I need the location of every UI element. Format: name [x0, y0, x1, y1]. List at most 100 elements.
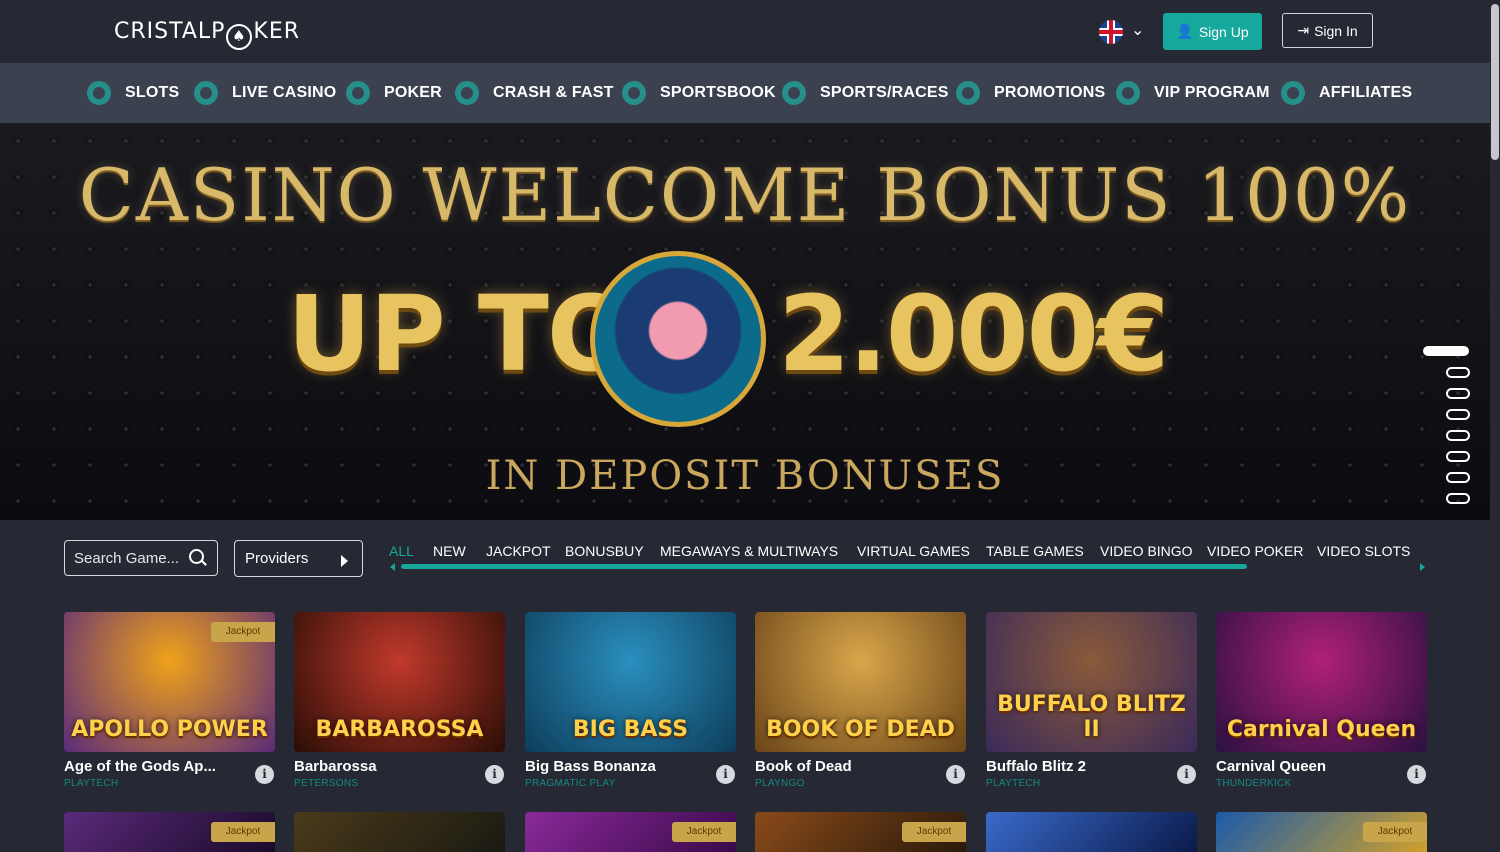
game-provider: PLAYTECH	[64, 778, 119, 789]
monitor-icon	[782, 81, 806, 105]
sign-up-label: Sign Up	[1198, 23, 1249, 40]
nav-label: POKER	[384, 84, 442, 101]
info-icon[interactable]: i	[1407, 765, 1426, 784]
tab-new[interactable]: NEW	[433, 543, 466, 559]
welcome-bonus-banner[interactable]: CASINO WELCOME BONUS 100% UP TO 2.000€ I…	[0, 123, 1490, 520]
rocket-icon	[455, 81, 479, 105]
poker-icon	[346, 81, 370, 105]
game-thumbnail[interactable]: Jackpot	[755, 812, 966, 852]
pig-mascot-image	[590, 251, 766, 427]
game-thumbnail-title: BOOK OF DEAD	[766, 717, 955, 742]
nav-item-affiliates[interactable]: AFFILIATES	[1281, 63, 1412, 123]
slide-dot[interactable]	[1446, 367, 1470, 378]
banner-headline: CASINO WELCOME BONUS 100%	[78, 153, 1412, 237]
game-card[interactable]: Jackpot	[64, 812, 275, 852]
game-card[interactable]	[294, 812, 505, 852]
nav-label: VIP PROGRAM	[1154, 84, 1270, 101]
sign-in-button[interactable]: ⇥ Sign In	[1282, 13, 1373, 48]
game-card[interactable]: Jackpot	[525, 812, 736, 852]
tab-megaways-multiways[interactable]: MEGAWAYS & MULTIWAYS	[660, 543, 838, 559]
game-card[interactable]: BUFFALO BLITZ II Buffalo Blitz 2 PLAYTECH i	[986, 612, 1197, 792]
uk-flag-icon[interactable]	[1099, 20, 1123, 44]
nav-label: SLOTS	[125, 84, 180, 101]
scroll-left-icon[interactable]	[390, 563, 395, 571]
game-thumbnail[interactable]	[986, 812, 1197, 852]
game-thumbnail[interactable]: BIG BASS	[525, 612, 736, 752]
sign-in-label: Sign In	[1314, 22, 1358, 39]
nav-item-slots[interactable]: SLOTS	[87, 63, 179, 123]
game-thumbnail[interactable]: BARBAROSSA	[294, 612, 505, 752]
nav-item-sportsbook[interactable]: SPORTSBOOK	[622, 63, 776, 123]
game-card[interactable]: Jackpot	[755, 812, 966, 852]
nav-item-crash-fast[interactable]: CRASH & FAST	[455, 63, 614, 123]
game-card[interactable]: BIG BASS Big Bass Bonanza PRAGMATIC PLAY i	[525, 612, 736, 792]
game-card[interactable]: APOLLO POWER Jackpot Age of the Gods Ap...…	[64, 612, 275, 792]
banner-up-to: UP TO	[287, 273, 635, 395]
info-icon[interactable]: i	[1177, 765, 1196, 784]
game-thumbnail[interactable]: Jackpot	[1216, 812, 1427, 852]
slide-dot-active[interactable]	[1423, 346, 1469, 356]
nav-label: AFFILIATES	[1319, 84, 1413, 101]
game-card[interactable]	[986, 812, 1197, 852]
slide-dot[interactable]	[1446, 409, 1470, 420]
tab-table-games[interactable]: TABLE GAMES	[986, 543, 1084, 559]
game-card[interactable]: Jackpot	[1216, 812, 1427, 852]
providers-button[interactable]: Providers	[234, 540, 363, 577]
game-name[interactable]: Age of the Gods Ap...	[64, 758, 216, 775]
page-scrollbar-thumb[interactable]	[1491, 4, 1499, 160]
cristal-poker-logo[interactable]: CRISTALP ♠ KER	[114, 19, 300, 50]
sign-in-icon: ⇥	[1297, 22, 1310, 38]
game-thumbnail[interactable]: BUFFALO BLITZ II	[986, 612, 1197, 752]
tab-jackpot[interactable]: JACKPOT	[486, 543, 551, 559]
game-name[interactable]: Barbarossa	[294, 758, 377, 775]
info-icon[interactable]: i	[716, 765, 735, 784]
chevron-down-icon[interactable]: ⌄	[1131, 20, 1144, 40]
game-thumbnail[interactable]: BOOK OF DEAD	[755, 612, 966, 752]
nav-item-vip-program[interactable]: VIP PROGRAM	[1116, 63, 1270, 123]
tab-video-bingo[interactable]: VIDEO BINGO	[1100, 543, 1193, 559]
game-name[interactable]: Buffalo Blitz 2	[986, 758, 1086, 775]
game-card[interactable]: BOOK OF DEAD Book of Dead PLAYNGO i	[755, 612, 966, 792]
scroll-right-icon[interactable]	[1420, 563, 1425, 571]
slide-dot[interactable]	[1446, 388, 1470, 399]
info-icon[interactable]: i	[485, 765, 504, 784]
game-thumbnail[interactable]: Jackpot	[64, 812, 275, 852]
nav-item-promotions[interactable]: PROMOTIONS	[956, 63, 1105, 123]
nav-item-live-casino[interactable]: LIVE CASINO	[194, 63, 336, 123]
nav-item-poker[interactable]: POKER	[346, 63, 442, 123]
tab-video-slots[interactable]: VIDEO SLOTS	[1317, 543, 1410, 559]
slide-dot[interactable]	[1446, 493, 1470, 504]
info-icon[interactable]: i	[946, 765, 965, 784]
jackpot-badge: Jackpot	[902, 822, 966, 842]
game-name[interactable]: Carnival Queen	[1216, 758, 1326, 775]
tab-virtual-games[interactable]: VIRTUAL GAMES	[857, 543, 970, 559]
game-thumbnail[interactable]	[294, 812, 505, 852]
nav-item-sports-races[interactable]: SPORTS/RACES	[782, 63, 949, 123]
game-provider: PLAYTECH	[986, 778, 1041, 789]
game-thumbnail[interactable]: APOLLO POWER Jackpot	[64, 612, 275, 752]
providers-label: Providers	[245, 550, 309, 567]
sign-up-button[interactable]: 👤 Sign Up	[1163, 13, 1262, 50]
game-name[interactable]: Big Bass Bonanza	[525, 758, 656, 775]
game-thumbnail[interactable]: Jackpot	[525, 812, 736, 852]
category-scrollbar[interactable]	[401, 564, 1247, 569]
game-provider: PRAGMATIC PLAY	[525, 778, 616, 789]
game-card[interactable]: Carnival Queen Carnival Queen THUNDERKICK i	[1216, 612, 1427, 792]
nav-label: SPORTS/RACES	[820, 84, 949, 101]
game-name[interactable]: Book of Dead	[755, 758, 852, 775]
search-icon[interactable]	[189, 549, 204, 564]
soccer-ball-icon	[622, 81, 646, 105]
tab-video-poker[interactable]: VIDEO POKER	[1207, 543, 1303, 559]
logo-text-left: CRISTALP	[114, 19, 226, 44]
nav-label: CRASH & FAST	[493, 84, 614, 101]
game-thumbnail-title: BUFFALO BLITZ II	[997, 692, 1186, 742]
slide-dot[interactable]	[1446, 430, 1470, 441]
tab-bonusbuy[interactable]: BONUSBUY	[565, 543, 644, 559]
game-card[interactable]: BARBAROSSA Barbarossa PETERSONS i	[294, 612, 505, 792]
slide-dot[interactable]	[1446, 451, 1470, 462]
tab-all[interactable]: ALL	[389, 543, 414, 559]
info-icon[interactable]: i	[255, 765, 274, 784]
slide-dot[interactable]	[1446, 472, 1470, 483]
banner-amount: 2.000€	[778, 273, 1169, 395]
game-thumbnail[interactable]: Carnival Queen	[1216, 612, 1427, 752]
